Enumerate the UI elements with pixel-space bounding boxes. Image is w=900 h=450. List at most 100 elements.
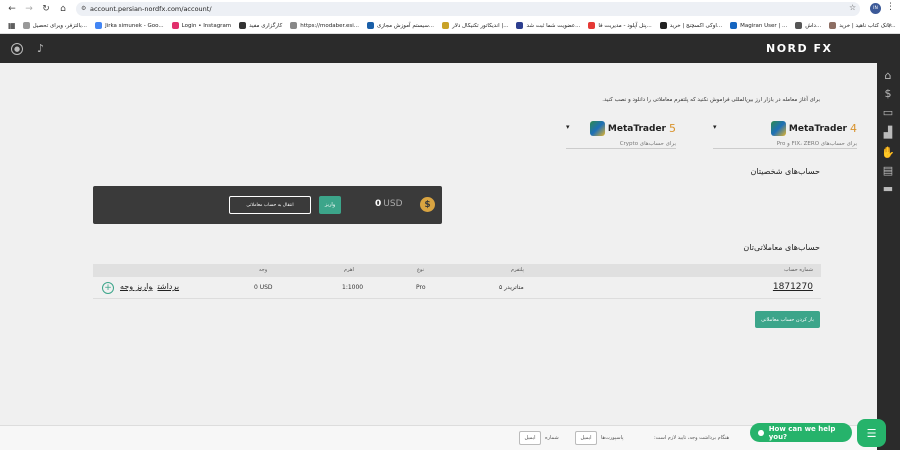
bookmark-favicon-icon	[239, 22, 247, 29]
bookmark-item[interactable]: Magiran User | ...	[726, 18, 791, 34]
other-confirm-button[interactable]: ایمیل	[519, 431, 541, 445]
browser-toolbar: ← → ↻ ⌂ ⚙ account.persian-nordfx.com/acc…	[0, 0, 900, 18]
bookmark-item[interactable]: بالتزفر، ویرای تحصیل...	[19, 18, 92, 34]
bookmarks-overflow-icon[interactable]: »	[888, 21, 892, 29]
bookmark-item[interactable]: https://modaber.esi...	[286, 18, 363, 34]
footer-bar: هنگام برداشت وجه، تایید لازم است: پاسپور…	[0, 425, 877, 450]
home-icon[interactable]: ⌂	[55, 1, 71, 17]
back-icon[interactable]: ←	[4, 1, 20, 17]
chat-prompt-bubble[interactable]: How can we help you?	[750, 423, 852, 442]
password-label: پاسپورت‌ها	[601, 435, 624, 441]
bookmarks-bar: ▦ بالتزفر، ویرای تحصیل... Jirka simunek -…	[0, 18, 900, 34]
col-platform: پلتفرم	[511, 267, 524, 273]
deposit-button[interactable]: واریز	[319, 196, 341, 214]
bookmark-item[interactable]: داش...	[791, 18, 825, 34]
deposit-link[interactable]: واریز وجه	[120, 282, 153, 291]
main-content: برای آغاز معامله در بازار ارز بین‌المللی…	[0, 63, 877, 425]
bookmark-label: اوکی اکسچنج | خرید...	[669, 22, 723, 29]
col-leverage: اهرم	[344, 267, 354, 273]
account-number-link[interactable]: 1871270	[773, 282, 813, 292]
site-info-icon[interactable]: ⚙	[81, 5, 86, 12]
handshake-nav-icon[interactable]: ✋	[881, 145, 895, 159]
withdraw-notice: هنگام برداشت وجه، تایید لازم است:	[654, 435, 730, 441]
platform-name: MetaTrader 5	[589, 121, 676, 136]
row-balance: 0 USD	[254, 284, 273, 291]
platform-mt4[interactable]: ▾ MetaTrader 4 برای حساب‌های FIX، ZERO و …	[713, 117, 857, 149]
row-type: Pro	[416, 284, 426, 291]
bookmark-favicon-icon	[95, 22, 103, 29]
chat-nav-icon[interactable]: ▬	[881, 181, 895, 195]
bookmark-favicon-icon	[290, 22, 298, 29]
row-actions: برداشت واریز وجه	[120, 282, 184, 291]
bookmark-label: سیستم آموزش مجازی...	[377, 22, 435, 29]
chat-open-icon[interactable]: ☰	[857, 419, 886, 447]
col-type: نوع	[417, 267, 424, 273]
address-bar[interactable]: ⚙ account.persian-nordfx.com/account/	[76, 2, 860, 16]
trading-accounts-title: حساب‌های معاملاتی‌تان	[743, 243, 820, 252]
bell-icon[interactable]: ♪	[37, 42, 44, 55]
wallet-nav-icon[interactable]: ▭	[881, 105, 895, 119]
other-label: شماره	[545, 435, 559, 441]
home-nav-icon[interactable]: ⌂	[881, 68, 895, 82]
apps-grid-icon[interactable]: ▦	[5, 18, 19, 34]
right-sidebar: ⌂ $ ▭ ▟ ✋ ▤ ▬	[877, 63, 900, 450]
bookmark-favicon-icon	[442, 22, 450, 29]
bookmark-label: پنل آپلود - مدیریت فا...	[598, 22, 652, 29]
open-trading-account-button[interactable]: باز کردن حساب معاملاتی	[755, 311, 820, 328]
browser-menu-icon[interactable]: ⋮	[886, 2, 895, 12]
bookmark-label: بالتزفر، ویرای تحصیل...	[32, 22, 88, 29]
bookmark-favicon-icon	[516, 22, 524, 29]
chevron-down-icon[interactable]: ▾	[566, 123, 570, 131]
table-row: 1871270 متاتریدر ۵ Pro 1:1000 0 USD بردا…	[93, 277, 821, 299]
platform-desc: برای حساب‌های FIX، ZERO و Pro	[776, 141, 857, 147]
bookmark-label: Jirka simunek - Goo...	[105, 22, 164, 29]
withdraw-link[interactable]: برداشت	[158, 282, 180, 291]
password-confirm-button[interactable]: ایمیل	[575, 431, 597, 445]
bookmark-item[interactable]: Jirka simunek - Goo...	[91, 18, 168, 34]
document-nav-icon[interactable]: ▤	[881, 163, 895, 177]
transfer-to-trading-button[interactable]: انتقال به حساب معاملاتی	[229, 196, 311, 214]
bookmark-favicon-icon	[367, 22, 374, 29]
platform-name: MetaTrader 4	[770, 121, 857, 136]
bookmark-label: عضویت شما ثبت شد...	[526, 22, 581, 29]
bookmark-item[interactable]: سیستم آموزش مجازی...	[363, 18, 438, 34]
chat-prompt-text: How can we help you?	[768, 424, 836, 441]
bookmark-label: Login • Instagram	[181, 22, 232, 29]
bookmark-label: داش...	[805, 22, 822, 29]
nordfx-logo[interactable]: NORD FX	[766, 42, 832, 55]
bookmark-label: https://modaber.esi...	[300, 22, 359, 29]
bookmark-item[interactable]: پنل آپلود - مدیریت فا...	[584, 18, 655, 34]
bookmark-favicon-icon	[171, 22, 179, 29]
reload-icon[interactable]: ↻	[38, 1, 54, 17]
dollar-nav-icon[interactable]: $	[881, 86, 895, 100]
metatrader-icon	[589, 121, 605, 136]
row-platform: متاتریدر ۵	[499, 284, 524, 291]
platform-mt5[interactable]: ▾ MetaTrader 5 برای حساب‌های Crypto	[566, 117, 676, 149]
url-text: account.persian-nordfx.com/account/	[90, 5, 212, 13]
user-icon[interactable]: ●	[11, 43, 23, 55]
bookmark-star-icon[interactable]: ☆	[849, 3, 856, 12]
forward-icon[interactable]: →	[21, 1, 37, 17]
bookmark-favicon-icon	[659, 22, 667, 29]
bookmark-item[interactable]: عضویت شما ثبت شد...	[512, 18, 584, 34]
trading-table-header: شماره حساب پلتفرم نوع اهرم وجه	[93, 264, 821, 277]
plus-circle-icon[interactable]: +	[102, 282, 114, 294]
bookmark-item[interactable]: کارگزاری مفید	[235, 18, 286, 34]
bookmark-favicon-icon	[22, 22, 30, 29]
bookmark-item[interactable]: اوکی اکسچنج | خرید...	[656, 18, 726, 34]
bookmark-favicon-icon	[588, 22, 596, 29]
chart-nav-icon[interactable]: ▟	[881, 125, 895, 139]
bookmark-item[interactable]: Login • Instagram	[168, 18, 236, 34]
wallet-balance: 0 USD	[375, 199, 403, 209]
row-leverage: 1:1000	[342, 284, 364, 291]
bookmark-label: Magiran User | ...	[740, 22, 788, 29]
bookmark-item[interactable]: اندیکاتور تکنیکال دلار |...	[438, 18, 512, 34]
bookmark-favicon-icon	[795, 22, 803, 29]
metatrader-icon	[770, 121, 786, 136]
bookmark-favicon-icon	[730, 22, 738, 29]
col-account: شماره حساب	[783, 267, 813, 273]
profile-avatar[interactable]: IN	[870, 3, 881, 14]
bookmark-label: اندیکاتور تکنیکال دلار |...	[452, 22, 509, 29]
chevron-down-icon[interactable]: ▾	[713, 123, 717, 131]
personal-wallet-box: $ 0 USD واریز انتقال به حساب معاملاتی	[93, 186, 442, 224]
